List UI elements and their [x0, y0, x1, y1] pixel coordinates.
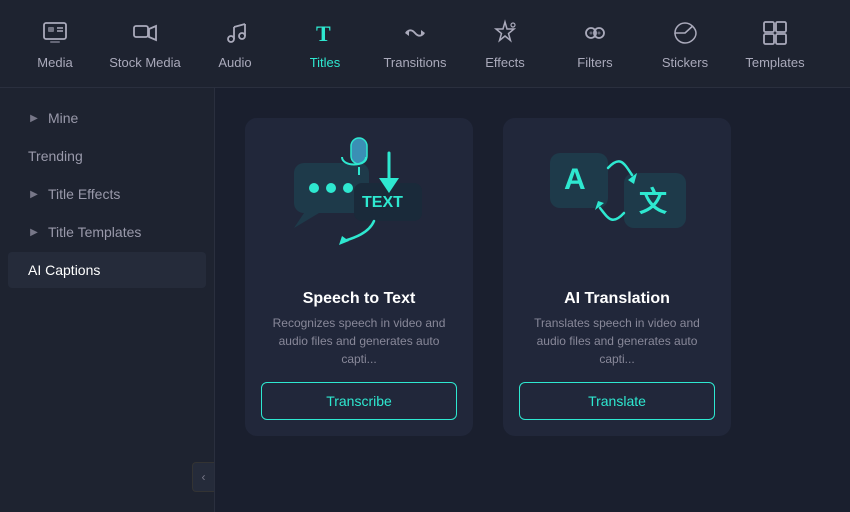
nav-titles-label: Titles [310, 55, 341, 70]
filters-icon [579, 17, 611, 49]
ai-translation-illustration: A 文 [503, 118, 731, 278]
nav-filters[interactable]: Filters [550, 0, 640, 88]
nav-filters-label: Filters [577, 55, 612, 70]
audio-icon [219, 17, 251, 49]
title-effects-arrow-icon: ▶ [28, 188, 40, 200]
speech-to-text-title: Speech to Text [303, 290, 416, 308]
top-nav: Media Stock Media Audio T [0, 0, 850, 88]
svg-text:TEXT: TEXT [362, 194, 403, 211]
nav-transitions[interactable]: Transitions [370, 0, 460, 88]
ai-translation-card: A 文 AI Translation Translates speech in … [503, 118, 731, 436]
sidebar-item-trending[interactable]: Trending [8, 138, 206, 174]
sidebar-item-title-effects[interactable]: ▶ Title Effects [8, 176, 206, 212]
sidebar-title-templates-label: Title Templates [48, 224, 141, 240]
sidebar-mine-label: Mine [48, 110, 78, 126]
svg-text:T: T [316, 21, 331, 46]
nav-transitions-label: Transitions [383, 55, 446, 70]
transcribe-button[interactable]: Transcribe [261, 382, 457, 420]
nav-audio[interactable]: Audio [190, 0, 280, 88]
templates-icon [759, 17, 791, 49]
sidebar-title-effects-label: Title Effects [48, 186, 120, 202]
title-templates-arrow-icon: ▶ [28, 226, 40, 238]
stock-media-icon [129, 17, 161, 49]
speech-to-text-card: TEXT Speech to Text Recognizes speech in… [245, 118, 473, 436]
nav-stock-media[interactable]: Stock Media [100, 0, 190, 88]
transitions-icon [399, 17, 431, 49]
svg-text:文: 文 [639, 185, 667, 217]
nav-effects-label: Effects [485, 55, 525, 70]
nav-stickers-label: Stickers [662, 55, 708, 70]
translate-button[interactable]: Translate [519, 382, 715, 420]
ai-translation-title: AI Translation [564, 290, 670, 308]
titles-icon: T [309, 17, 341, 49]
sidebar-item-ai-captions[interactable]: AI Captions [8, 252, 206, 288]
sidebar-item-title-templates[interactable]: ▶ Title Templates [8, 214, 206, 250]
speech-to-text-desc: Recognizes speech in video and audio fil… [261, 314, 457, 368]
mine-arrow-icon: ▶ [28, 112, 40, 124]
sidebar-list: ▶ Mine Trending ▶ Title Effects ▶ Title … [0, 88, 214, 512]
speech-to-text-body: Speech to Text Recognizes speech in vide… [245, 278, 473, 436]
speech-to-text-illustration: TEXT [245, 118, 473, 278]
nav-media[interactable]: Media [10, 0, 100, 88]
nav-media-label: Media [37, 55, 72, 70]
ai-translation-desc: Translates speech in video and audio fil… [519, 314, 715, 368]
svg-text:A: A [564, 163, 586, 196]
nav-templates[interactable]: Templates [730, 0, 820, 88]
sidebar-item-mine[interactable]: ▶ Mine [8, 100, 206, 136]
sidebar-ai-captions-label: AI Captions [28, 262, 100, 278]
nav-titles[interactable]: T Titles [280, 0, 370, 88]
main-layout: ▶ Mine Trending ▶ Title Effects ▶ Title … [0, 88, 850, 512]
sidebar: ▶ Mine Trending ▶ Title Effects ▶ Title … [0, 88, 215, 512]
nav-stickers[interactable]: Stickers [640, 0, 730, 88]
nav-audio-label: Audio [218, 55, 251, 70]
content-area: TEXT Speech to Text Recognizes speech in… [215, 88, 850, 512]
nav-templates-label: Templates [745, 55, 804, 70]
stickers-icon [669, 17, 701, 49]
media-icon [39, 17, 71, 49]
ai-translation-body: AI Translation Translates speech in vide… [503, 278, 731, 436]
effects-icon [489, 17, 521, 49]
nav-stock-label: Stock Media [109, 55, 181, 70]
sidebar-collapse-button[interactable]: ‹ [192, 462, 214, 492]
nav-effects[interactable]: Effects [460, 0, 550, 88]
sidebar-trending-label: Trending [28, 148, 83, 164]
